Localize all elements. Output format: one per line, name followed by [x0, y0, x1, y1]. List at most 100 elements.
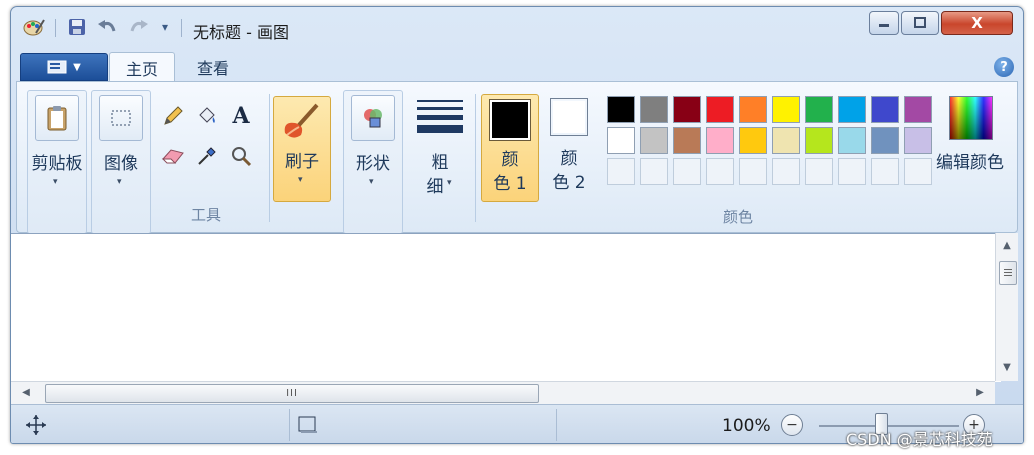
brushes-label: 刷子 — [285, 152, 319, 172]
chevron-down-icon: ▾ — [369, 177, 374, 187]
text-icon[interactable]: A — [227, 102, 255, 130]
tools-group: A 工具 — [153, 90, 265, 232]
help-icon[interactable]: ? — [994, 57, 1014, 77]
paint-menu-button[interactable]: ▼ — [20, 53, 108, 81]
title-bar: ▾ 无标题 - 画图 X — [11, 7, 1023, 47]
magnifier-icon[interactable] — [227, 142, 255, 170]
scroll-right-icon[interactable]: ▶ — [973, 385, 987, 399]
chevron-down-icon: ▾ — [117, 177, 122, 187]
color-swatch[interactable] — [838, 96, 866, 123]
chevron-down-icon: ▾ — [53, 177, 58, 187]
custom-color-slot[interactable] — [871, 158, 899, 185]
clipboard-group[interactable]: 剪贴板 ▾ — [27, 90, 87, 234]
status-separator — [556, 409, 557, 441]
close-button[interactable]: X — [941, 11, 1013, 35]
chevron-down-icon: ▾ — [447, 178, 452, 188]
maximize-button[interactable] — [901, 11, 939, 35]
custom-color-slot[interactable] — [904, 158, 932, 185]
color-swatch[interactable] — [838, 127, 866, 154]
tab-view[interactable]: 查看 — [181, 52, 245, 81]
undo-icon[interactable] — [95, 15, 119, 39]
tab-home[interactable]: 主页 — [109, 52, 175, 82]
edit-colors-icon — [949, 96, 993, 140]
fill-icon[interactable] — [193, 102, 221, 130]
custom-color-slot[interactable] — [706, 158, 734, 185]
redo-icon[interactable] — [127, 15, 151, 39]
pencil-icon[interactable] — [159, 102, 187, 130]
color-1-swatch — [492, 102, 528, 138]
chevron-down-icon: ▾ — [298, 175, 303, 185]
title-separator — [55, 19, 56, 37]
color-picker-icon[interactable] — [193, 142, 221, 170]
paint-window: ▾ 无标题 - 画图 X ▼ 主页 查看 ? 剪贴板 ▾ 图像 ▾ A 工具 刷… — [10, 6, 1024, 444]
save-icon[interactable] — [65, 15, 89, 39]
selection-size-icon — [297, 415, 319, 439]
zoom-out-button[interactable]: − — [781, 414, 803, 436]
paint-app-icon[interactable] — [21, 15, 47, 39]
group-separator — [475, 94, 476, 222]
color-swatch[interactable] — [706, 127, 734, 154]
custom-color-slot[interactable] — [673, 158, 701, 185]
brushes-button[interactable]: 刷子 ▾ — [273, 96, 331, 202]
horizontal-scrollbar[interactable]: ◀ III ▶ — [11, 381, 995, 404]
shapes-group[interactable]: 形状 ▾ — [343, 90, 403, 234]
ribbon-home: 剪贴板 ▾ 图像 ▾ A 工具 刷子 ▾ 形状 ▾ 粗 细 ▾ 颜 色 1 颜 … — [16, 81, 1018, 234]
drawing-canvas[interactable] — [11, 233, 1001, 382]
clipboard-label: 剪贴板 — [31, 154, 83, 174]
color-swatch[interactable] — [772, 127, 800, 154]
color-2-swatch — [553, 101, 585, 133]
scroll-down-icon[interactable]: ▼ — [1000, 361, 1014, 373]
vertical-scrollbar[interactable]: ▲ ▼ — [995, 233, 1018, 381]
custom-color-slot[interactable] — [640, 158, 668, 185]
image-group[interactable]: 图像 ▾ — [91, 90, 151, 234]
color-swatch[interactable] — [739, 96, 767, 123]
window-title: 无标题 - 画图 — [193, 23, 289, 42]
scroll-up-icon[interactable]: ▲ — [1000, 239, 1014, 251]
color-swatch[interactable] — [673, 96, 701, 123]
ribbon-tab-row: ▼ 主页 查看 ? — [11, 47, 1023, 82]
minimize-button[interactable] — [869, 11, 899, 35]
eraser-icon[interactable] — [159, 142, 187, 170]
color-swatch[interactable] — [805, 127, 833, 154]
size-label-line2: 细 — [426, 177, 444, 197]
line-width-icon — [415, 96, 465, 136]
color-swatch[interactable] — [871, 96, 899, 123]
color-2-frame — [550, 98, 588, 136]
custom-color-slot[interactable] — [607, 158, 635, 185]
color-2-label-line2: 色 2 — [552, 173, 586, 193]
scroll-left-icon[interactable]: ◀ — [19, 385, 33, 399]
color-swatch[interactable] — [607, 96, 635, 123]
customize-toolbar-dropdown[interactable]: ▾ — [157, 15, 173, 39]
color-swatch[interactable] — [739, 127, 767, 154]
edit-colors-button[interactable]: 编辑颜色 — [929, 90, 1011, 232]
custom-color-slot[interactable] — [805, 158, 833, 185]
color-swatch[interactable] — [904, 127, 932, 154]
color-swatch[interactable] — [871, 127, 899, 154]
vertical-scroll-thumb[interactable] — [999, 261, 1017, 285]
color-swatch[interactable] — [607, 127, 635, 154]
chevron-down-icon: ▼ — [73, 61, 81, 73]
horizontal-scroll-thumb[interactable]: III — [45, 384, 539, 403]
size-label-line1: 粗 — [431, 153, 449, 173]
custom-color-slot[interactable] — [838, 158, 866, 185]
cursor-position-icon — [25, 414, 47, 440]
title-separator — [181, 19, 182, 37]
size-button[interactable]: 粗 细 ▾ — [409, 90, 471, 232]
color-swatch[interactable] — [706, 96, 734, 123]
color-swatch[interactable] — [805, 96, 833, 123]
color-1-frame — [489, 99, 531, 141]
color-1-label-line2: 色 1 — [493, 174, 527, 194]
edit-colors-label: 编辑颜色 — [936, 153, 1004, 173]
color-swatch[interactable] — [673, 127, 701, 154]
custom-color-slot[interactable] — [739, 158, 767, 185]
color-1-label-line1: 颜 — [501, 150, 519, 170]
custom-color-slot[interactable] — [772, 158, 800, 185]
color-1-button[interactable]: 颜 色 1 — [481, 94, 539, 202]
color-swatch[interactable] — [640, 127, 668, 154]
color-swatch[interactable] — [772, 96, 800, 123]
color-swatch[interactable] — [640, 96, 668, 123]
color-2-label-line1: 颜 — [560, 149, 578, 169]
color-2-button[interactable]: 颜 色 2 — [543, 94, 595, 200]
image-label: 图像 — [104, 154, 138, 174]
color-swatch[interactable] — [904, 96, 932, 123]
